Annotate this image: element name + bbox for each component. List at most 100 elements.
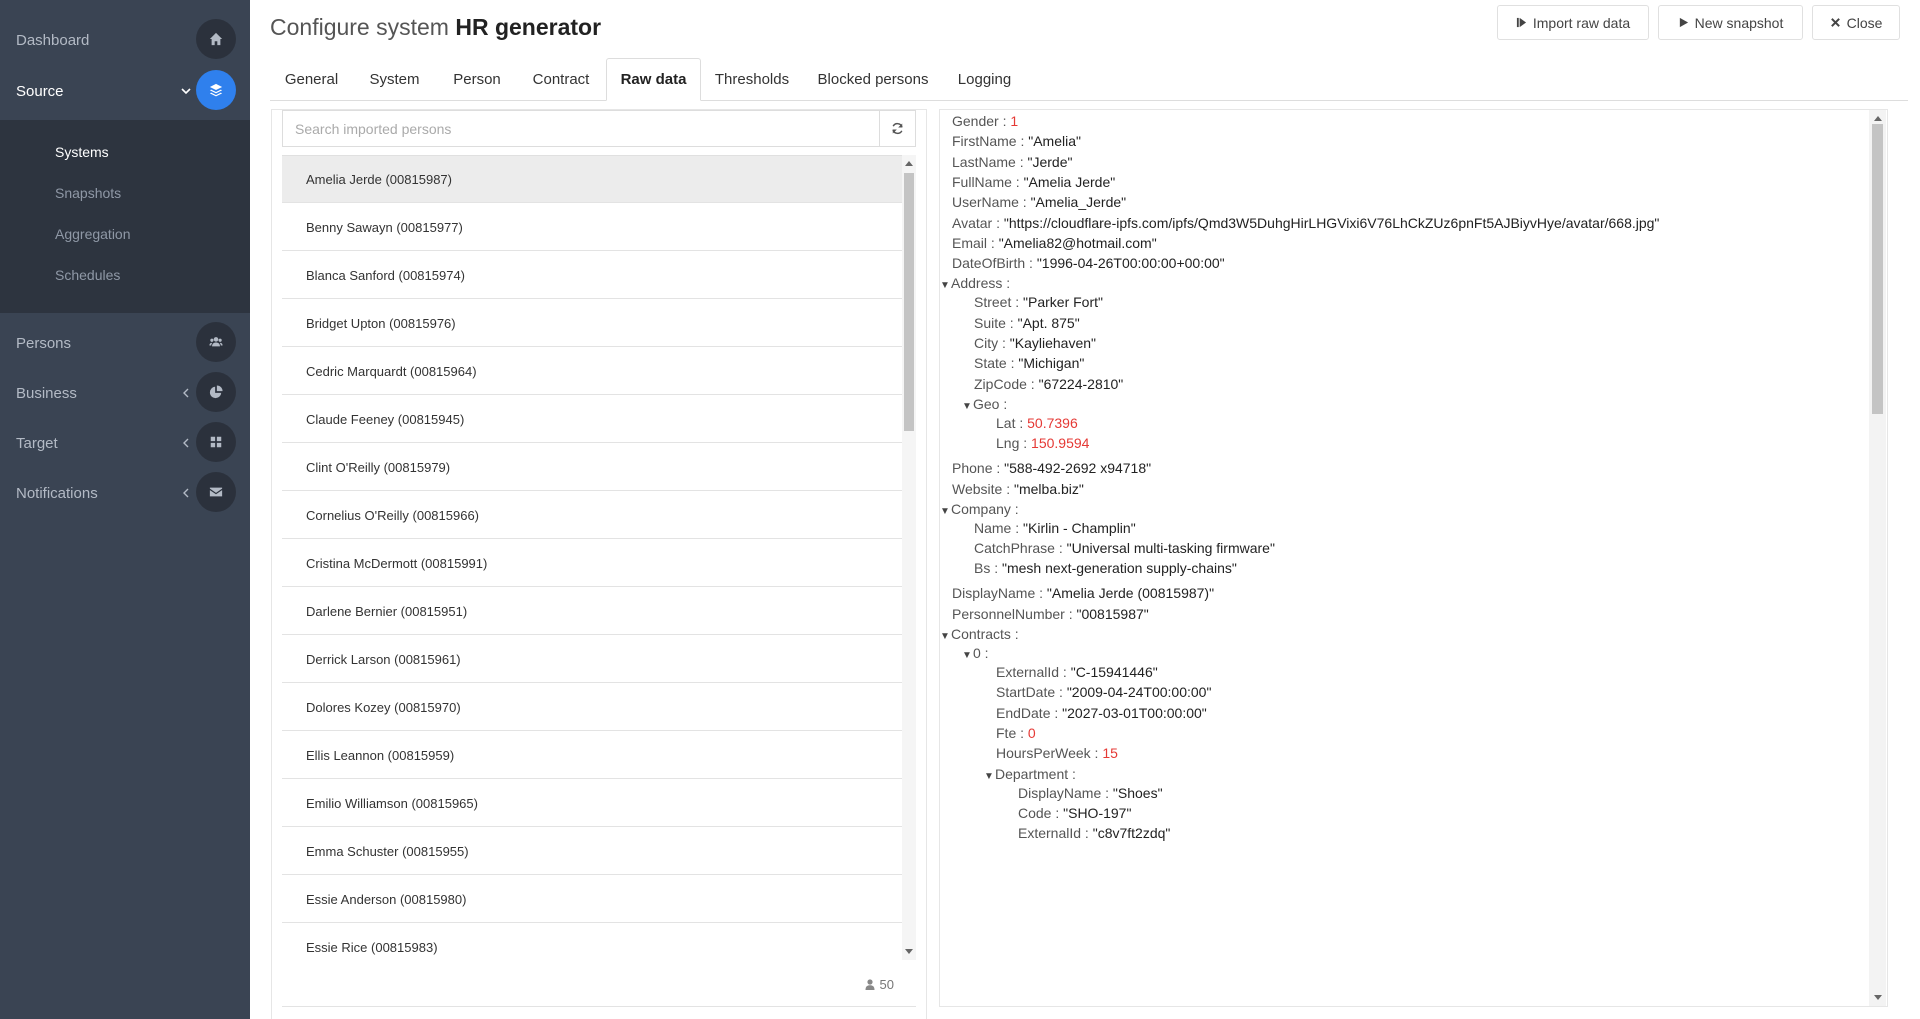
source-subnav: Systems Snapshots Aggregation Schedules xyxy=(0,120,250,313)
person-row[interactable]: Benny Sawayn (00815977) xyxy=(282,204,902,251)
field-value: 15 xyxy=(1102,745,1118,762)
tree-group-node[interactable]: ▼Address : xyxy=(940,273,1010,293)
nav-notifications[interactable]: Notifications xyxy=(0,468,250,518)
field-separator: : xyxy=(990,560,1003,577)
scroll-up-arrow-icon[interactable] xyxy=(1874,116,1882,121)
field-separator: : xyxy=(1054,540,1067,557)
tab-general[interactable]: General xyxy=(270,58,353,100)
close-icon xyxy=(1830,18,1840,27)
field-separator: : xyxy=(992,460,1005,477)
caret-down-icon[interactable]: ▼ xyxy=(940,502,950,522)
field-key: DateOfBirth xyxy=(952,255,1026,272)
tree-field: LastName : "Jerde" xyxy=(952,152,1072,172)
person-row[interactable]: Essie Rice (00815983) xyxy=(282,924,902,961)
person-row[interactable]: Cristina McDermott (00815991) xyxy=(282,540,902,587)
field-key: Gender xyxy=(952,113,999,129)
tree-field: Suite : "Apt. 875" xyxy=(974,313,1080,333)
person-row[interactable]: Bridget Upton (00815976) xyxy=(282,300,902,347)
tree-group-node[interactable]: ▼Geo : xyxy=(962,394,1007,414)
persons-panel: Amelia Jerde (00815987)Benny Sawayn (008… xyxy=(271,109,927,1019)
caret-down-icon[interactable]: ▼ xyxy=(962,646,972,666)
field-separator: : xyxy=(998,113,1011,129)
person-row[interactable]: Ellis Leannon (00815959) xyxy=(282,732,902,779)
tree-field: PersonnelNumber : "00815987" xyxy=(952,604,1149,624)
field-separator: : xyxy=(992,214,1004,231)
nav-target[interactable]: Target xyxy=(0,418,250,468)
tab-contract[interactable]: Contract xyxy=(518,58,604,100)
field-key: 0 xyxy=(973,645,981,661)
tab-person[interactable]: Person xyxy=(436,58,518,100)
field-separator: : xyxy=(1002,480,1014,497)
tab-blocked-persons[interactable]: Blocked persons xyxy=(803,58,943,100)
search-input[interactable] xyxy=(282,110,879,147)
person-list-scrollbar[interactable] xyxy=(902,155,916,960)
tree-group-node[interactable]: ▼0 : xyxy=(962,643,989,663)
tree-group-node[interactable]: ▼Department : xyxy=(984,764,1076,784)
refresh-button[interactable] xyxy=(879,110,916,147)
field-key: Website xyxy=(952,480,1003,497)
page-title-system-name: HR generator xyxy=(455,14,602,40)
caret-down-icon[interactable]: ▼ xyxy=(940,627,950,647)
tree-group-node[interactable]: ▼Contracts : xyxy=(940,624,1019,644)
person-row[interactable]: Claude Feeney (00815945) xyxy=(282,396,902,443)
close-button[interactable]: Close xyxy=(1812,5,1900,40)
subnav-aggregation[interactable]: Aggregation xyxy=(55,226,131,242)
nav-business[interactable]: Business xyxy=(0,368,250,418)
import-raw-data-button[interactable]: Import raw data xyxy=(1497,5,1649,40)
field-separator: : xyxy=(987,234,999,251)
person-row[interactable]: Derrick Larson (00815961) xyxy=(282,636,902,683)
field-value: "Amelia82@hotmail.com" xyxy=(998,234,1157,251)
nav-persons[interactable]: Persons xyxy=(0,318,250,368)
field-key: Avatar xyxy=(952,214,993,231)
caret-down-icon[interactable]: ▼ xyxy=(940,276,950,296)
person-row[interactable]: Dolores Kozey (00815970) xyxy=(282,684,902,731)
person-row[interactable]: Amelia Jerde (00815987) xyxy=(282,156,902,203)
person-row[interactable]: Blanca Sanford (00815974) xyxy=(282,252,902,299)
scroll-down-arrow-icon[interactable] xyxy=(1874,995,1882,1000)
field-value: "Michigan" xyxy=(1018,355,1085,372)
subnav-schedules[interactable]: Schedules xyxy=(55,267,120,283)
caret-down-icon[interactable]: ▼ xyxy=(984,767,994,787)
field-key: Company xyxy=(951,500,1011,517)
tree-field: Lat : 50.7396 xyxy=(996,413,1078,433)
new-snapshot-button[interactable]: New snapshot xyxy=(1658,5,1803,40)
field-key: Phone xyxy=(952,460,993,477)
field-key: City xyxy=(974,335,999,351)
subnav-systems[interactable]: Systems xyxy=(55,144,109,160)
field-separator: : xyxy=(1016,724,1028,741)
tab-raw-data[interactable]: Raw data xyxy=(606,58,701,101)
field-value: "Kirlin - Champlin" xyxy=(1023,519,1136,536)
tree-field: StartDate : "2009-04-24T00:00:00" xyxy=(996,682,1211,702)
tab-thresholds[interactable]: Thresholds xyxy=(701,58,803,100)
home-icon xyxy=(196,19,236,59)
person-row[interactable]: Cornelius O'Reilly (00815966) xyxy=(282,492,902,539)
tree-field: ExternalId : "c8v7ft2zdq" xyxy=(1018,823,1170,843)
person-row[interactable]: Cedric Marquardt (00815964) xyxy=(282,348,902,395)
tab-logging[interactable]: Logging xyxy=(943,58,1026,100)
person-row[interactable]: Emilio Williamson (00815965) xyxy=(282,780,902,827)
subnav-snapshots[interactable]: Snapshots xyxy=(55,185,121,201)
caret-down-icon[interactable]: ▼ xyxy=(962,397,972,417)
person-row[interactable]: Clint O'Reilly (00815979) xyxy=(282,444,902,491)
scroll-up-arrow-icon[interactable] xyxy=(905,161,913,166)
nav-source[interactable]: Source xyxy=(0,66,250,116)
field-separator: : xyxy=(1035,585,1047,602)
envelope-icon xyxy=(196,472,236,512)
person-row[interactable]: Darlene Bernier (00815951) xyxy=(282,588,902,635)
field-key: Lat xyxy=(996,414,1016,431)
tree-field: State : "Michigan" xyxy=(974,353,1084,373)
person-list: Amelia Jerde (00815987) Benny Sawayn (008… xyxy=(282,155,902,961)
field-key: DisplayName xyxy=(952,585,1036,602)
scroll-down-arrow-icon[interactable] xyxy=(905,949,913,954)
field-separator: : xyxy=(999,395,1008,412)
raw-data-scrollbar[interactable] xyxy=(1869,110,1886,1006)
person-row[interactable]: Emma Schuster (00815955) xyxy=(282,828,902,875)
person-row[interactable]: Essie Anderson (00815980) xyxy=(282,876,902,923)
nav-dashboard[interactable]: Dashboard xyxy=(0,15,250,65)
field-separator: : xyxy=(1026,375,1039,392)
scroll-thumb[interactable] xyxy=(904,173,914,431)
tab-system[interactable]: System xyxy=(353,58,436,100)
field-key: Contracts xyxy=(951,626,1011,642)
scroll-thumb[interactable] xyxy=(1872,124,1883,414)
tree-group-node[interactable]: ▼Company : xyxy=(940,499,1019,519)
